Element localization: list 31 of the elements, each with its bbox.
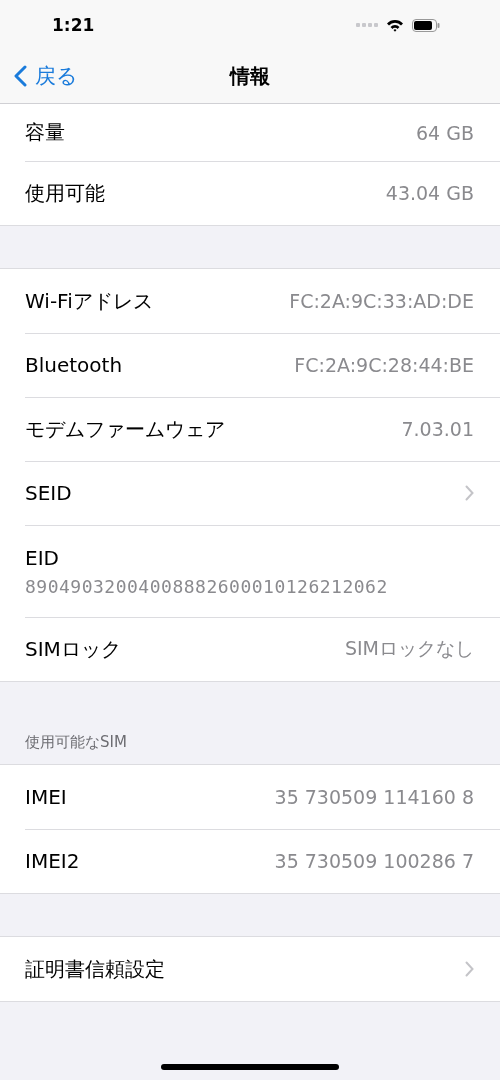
signal-icon (356, 23, 378, 27)
row-value: 89049032004008882600010126212062 (25, 575, 388, 597)
back-button[interactable]: 戻る (14, 62, 78, 90)
chevron-icon (14, 65, 27, 87)
row-value: 35 730509 114160 8 (274, 786, 474, 808)
row-value: 64 GB (416, 121, 474, 144)
row-label: SIMロック (25, 635, 121, 663)
wifi-icon (386, 18, 404, 32)
section-header: 使用可能なSIM (25, 733, 127, 752)
row-value: FC:2A:9C:28:44:BE (294, 354, 474, 376)
row-label: IMEI (25, 785, 67, 809)
row-label: 容量 (25, 119, 65, 146)
row-value: 43.04 GB (385, 182, 474, 204)
chevron-icon (465, 485, 474, 501)
row-value: 7.03.01 (401, 418, 474, 440)
chevron-icon (465, 961, 474, 977)
row-value: 35 730509 100286 7 (274, 850, 474, 872)
battery-icon (412, 18, 440, 32)
row-label[interactable]: 証明書信頼設定 (25, 955, 165, 983)
nav-title: 情報 (230, 63, 270, 90)
row-label: Bluetooth (25, 353, 123, 377)
row-label: Wi-Fiアドレス (25, 287, 153, 315)
status-time: 1:21 (52, 15, 95, 35)
row-label: EID (25, 545, 59, 570)
row-label: 使用可能 (25, 179, 105, 207)
row-label[interactable]: SEID (25, 481, 72, 505)
row-label: モデムファームウェア (25, 415, 225, 443)
row-value: FC:2A:9C:33:AD:DE (289, 290, 474, 312)
row-value: SIMロックなし (344, 636, 474, 661)
home-indicator[interactable] (161, 1064, 339, 1070)
row-label: IMEI2 (25, 849, 80, 873)
